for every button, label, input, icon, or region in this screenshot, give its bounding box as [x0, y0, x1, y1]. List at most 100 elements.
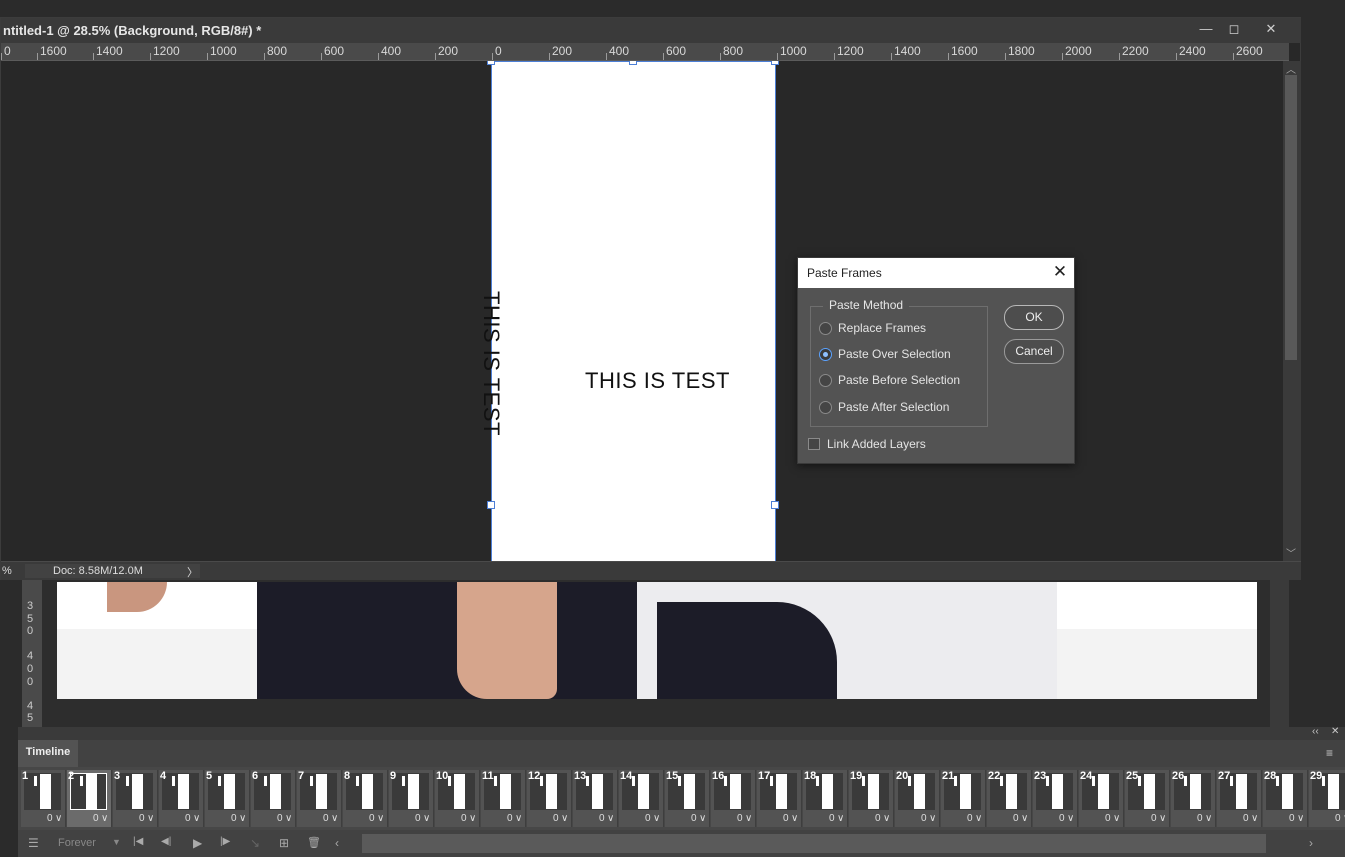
frame-delay-select[interactable]: 0 — [1289, 813, 1295, 824]
close-window-button[interactable]: ✕ — [1260, 20, 1282, 38]
chevron-down-icon[interactable]: ∨ — [193, 813, 200, 824]
minimize-button[interactable]: — — [1195, 20, 1217, 38]
vertical-ruler[interactable]: 35040045 — [22, 580, 42, 728]
status-menu-arrow-icon[interactable]: 〉 — [187, 564, 198, 580]
chevron-down-icon[interactable]: ∨ — [607, 813, 614, 824]
timeline-frame[interactable]: 290∨ — [1309, 770, 1345, 827]
chevron-down-icon[interactable]: ∨ — [377, 813, 384, 824]
chevron-down-icon[interactable]: ∨ — [699, 813, 706, 824]
frame-thumbnail[interactable] — [254, 773, 291, 810]
cancel-button[interactable]: Cancel — [1004, 339, 1064, 364]
chevron-down-icon[interactable]: ∨ — [1251, 813, 1258, 824]
timeline-frame[interactable]: 15 0 ∨ — [665, 770, 710, 827]
frame-delay-select[interactable]: 0 — [783, 813, 789, 824]
chevron-down-icon[interactable]: ▼ — [112, 837, 121, 847]
timeline-frame[interactable]: 18 0 ∨ — [803, 770, 848, 827]
play-icon[interactable]: ▶ — [193, 836, 202, 850]
timeline-frame[interactable]: 25 0 ∨ — [1125, 770, 1170, 827]
frame-delay-select[interactable]: 0 — [47, 813, 53, 824]
chevron-down-icon[interactable]: ∨ — [561, 813, 568, 824]
frame-delay-select[interactable]: 0 — [829, 813, 835, 824]
chevron-down-icon[interactable]: ∨ — [331, 813, 338, 824]
panel-menu-icon[interactable]: ≡ — [1326, 746, 1333, 760]
frame-delay-select[interactable]: 0 — [921, 813, 927, 824]
timeline-frame[interactable]: 26 0 ∨ — [1171, 770, 1216, 827]
frame-delay-select[interactable]: 0 — [875, 813, 881, 824]
timeline-frame[interactable]: 12 0 ∨ — [527, 770, 572, 827]
transform-handle-top-left[interactable] — [487, 61, 495, 65]
chevron-down-icon[interactable]: ∨ — [837, 813, 844, 824]
timeline-frame[interactable]: 3 0 ∨ — [113, 770, 158, 827]
timeline-frame[interactable]: 23 0 ∨ — [1033, 770, 1078, 827]
frame-delay-select[interactable]: 0 — [231, 813, 237, 824]
frame-thumbnail[interactable] — [300, 773, 337, 810]
background-document-scrollbar[interactable] — [1270, 580, 1289, 728]
ok-button[interactable]: OK — [1004, 305, 1064, 330]
link-added-layers-checkbox[interactable] — [808, 438, 820, 450]
timeline-frame[interactable]: 2 0 ∨ — [67, 770, 112, 827]
previous-frame-icon[interactable]: ◀| — [161, 836, 171, 847]
chevron-down-icon[interactable]: ∨ — [423, 813, 430, 824]
frame-delay-select[interactable]: 0 — [1013, 813, 1019, 824]
frame-delay-select[interactable]: 0 — [507, 813, 513, 824]
frame-delay-select[interactable]: 0 — [139, 813, 145, 824]
chevron-down-icon[interactable]: ∨ — [1205, 813, 1212, 824]
transform-handle-middle-right[interactable] — [771, 501, 779, 509]
chevron-down-icon[interactable]: ∨ — [147, 813, 154, 824]
timeline-frame[interactable]: 4 0 ∨ — [159, 770, 204, 827]
frame-delay-select[interactable]: 0 — [1335, 813, 1341, 824]
frame-thumbnail[interactable] — [346, 773, 383, 810]
frame-delay-select[interactable]: 0 — [1059, 813, 1065, 824]
chevron-down-icon[interactable]: ∨ — [1159, 813, 1166, 824]
timeline-frame[interactable]: 21 0 ∨ — [941, 770, 986, 827]
chevron-down-icon[interactable]: ∨ — [285, 813, 292, 824]
timeline-frame[interactable]: 8 0 ∨ — [343, 770, 388, 827]
frame-delay-select[interactable]: 0 — [553, 813, 559, 824]
chevron-down-icon[interactable]: ∨ — [469, 813, 476, 824]
document-titlebar[interactable]: ntitled-1 @ 28.5% (Background, RGB/8#) *… — [1, 18, 1301, 43]
artboard-canvas[interactable] — [491, 61, 776, 561]
new-frame-icon[interactable]: ⊞ — [279, 836, 289, 850]
radio-button-selected[interactable] — [819, 348, 832, 361]
chevron-down-icon[interactable]: ∨ — [1113, 813, 1120, 824]
scrollbar-thumb[interactable] — [1285, 75, 1297, 360]
timeline-frame[interactable]: 27 0 ∨ — [1217, 770, 1262, 827]
timeline-frame[interactable]: 1 0 ∨ — [21, 770, 66, 827]
tween-icon[interactable]: ↘ — [250, 836, 260, 850]
frame-thumbnail[interactable] — [392, 773, 429, 810]
loop-options-select[interactable]: Forever — [58, 837, 96, 849]
scroll-up-icon[interactable]: ︿ — [1286, 61, 1296, 76]
timeline-frame[interactable]: 19 0 ∨ — [849, 770, 894, 827]
close-icon[interactable]: ✕ — [1050, 263, 1070, 283]
frame-delay-select[interactable]: 0 — [1197, 813, 1203, 824]
chevron-down-icon[interactable]: ∨ — [791, 813, 798, 824]
chevron-down-icon[interactable]: ∨ — [101, 813, 108, 824]
timeline-frame[interactable]: 22 0 ∨ — [987, 770, 1032, 827]
transform-handle-middle-left[interactable] — [487, 501, 495, 509]
next-frame-icon[interactable]: |▶ — [220, 836, 230, 847]
timeline-frame[interactable]: 14 0 ∨ — [619, 770, 664, 827]
frame-thumbnail[interactable] — [24, 773, 61, 810]
timeline-scrollbar[interactable] — [362, 834, 1266, 853]
vertical-scrollbar[interactable]: ︿ ﹀ — [1283, 61, 1301, 561]
timeline-frame[interactable]: 11 0 ∨ — [481, 770, 526, 827]
chevron-down-icon[interactable]: ∨ — [1297, 813, 1304, 824]
chevron-down-icon[interactable]: ∨ — [883, 813, 890, 824]
transform-handle-top-right[interactable] — [771, 61, 779, 65]
canvas-area[interactable]: THIS IS TEST THIS IS TEST — [1, 61, 1283, 561]
timeline-frame[interactable]: 13 0 ∨ — [573, 770, 618, 827]
timeline-frame[interactable]: 6 0 ∨ — [251, 770, 296, 827]
chevron-down-icon[interactable]: ∨ — [239, 813, 246, 824]
chevron-down-icon[interactable]: ∨ — [1021, 813, 1028, 824]
scroll-left-icon[interactable]: ‹ — [335, 836, 339, 850]
timeline-frame[interactable]: 16 0 ∨ — [711, 770, 756, 827]
frame-thumbnail[interactable] — [70, 773, 107, 810]
transform-handle-top-center[interactable] — [629, 61, 637, 65]
frame-thumbnail[interactable] — [162, 773, 199, 810]
frame-delay-select[interactable]: 0 — [737, 813, 743, 824]
frame-delay-select[interactable]: 0 — [1105, 813, 1111, 824]
delete-frame-icon[interactable]: 🗑 — [307, 836, 321, 849]
frame-delay-select[interactable]: 0 — [323, 813, 329, 824]
radio-button[interactable] — [819, 322, 832, 335]
frame-delay-select[interactable]: 0 — [369, 813, 375, 824]
